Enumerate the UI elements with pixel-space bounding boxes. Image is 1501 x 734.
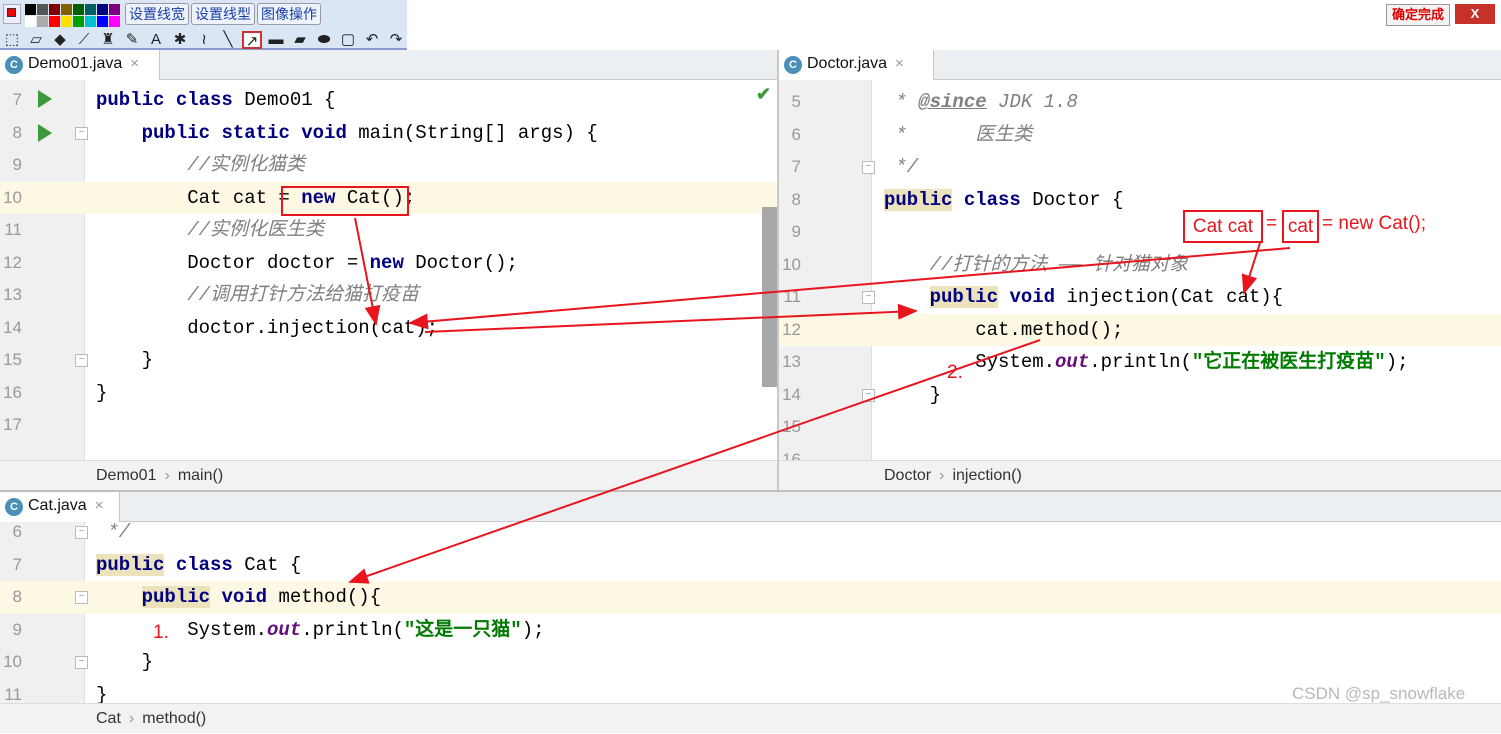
arrow-call-to-injection (424, 303, 918, 333)
arrow-new-cat-to-arg (354, 217, 381, 326)
watermark: CSDN @sp_snowflake (1292, 684, 1466, 703)
arrow-cat-to-arg (408, 247, 1291, 330)
annotation-arrows (348, 217, 1291, 584)
arrow-method-call-to-def (348, 339, 1041, 584)
